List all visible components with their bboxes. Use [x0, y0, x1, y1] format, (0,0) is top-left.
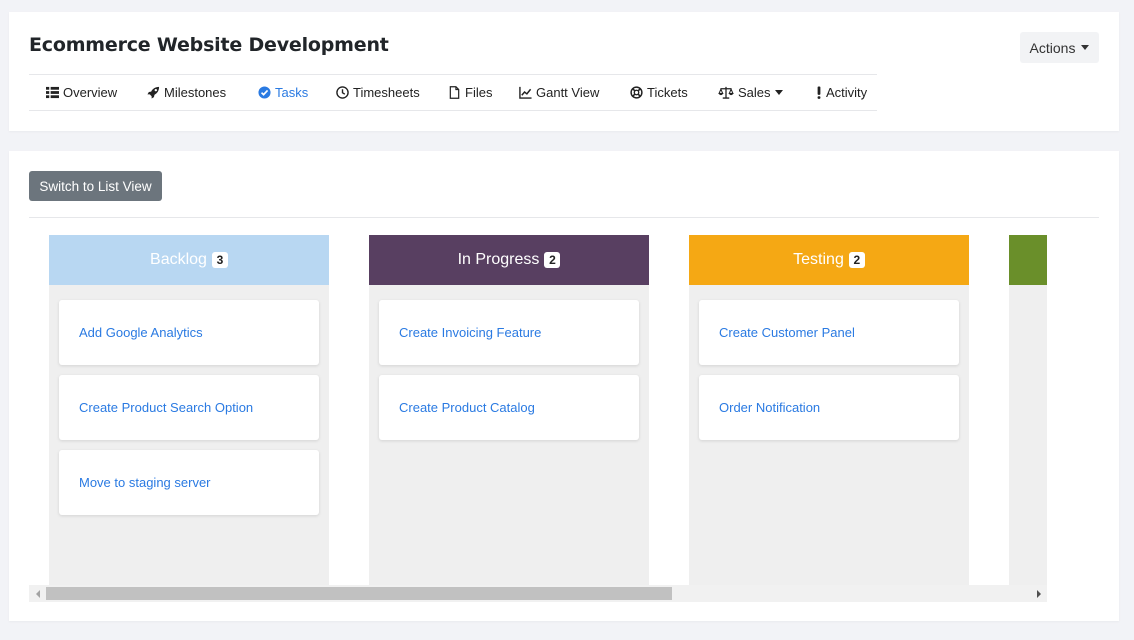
task-card[interactable]: Order Notification — [699, 375, 959, 440]
scrollbar-thumb[interactable] — [46, 587, 672, 600]
column-header — [1009, 235, 1047, 285]
column-header: In Progress 2 — [369, 235, 649, 285]
switch-to-list-view-button[interactable]: Switch to List View — [29, 171, 162, 201]
project-tabs: Overview Milestones Tasks Timesheets Fil… — [29, 74, 877, 111]
tab-label: Activity — [826, 85, 868, 100]
task-link[interactable]: Create Customer Panel — [719, 325, 855, 340]
chart-line-icon — [518, 86, 532, 100]
tab-files[interactable]: Files — [447, 75, 492, 110]
task-link[interactable]: Order Notification — [719, 400, 820, 415]
rocket-icon — [146, 86, 160, 100]
column-header: Backlog 3 — [49, 235, 329, 285]
tab-timesheets[interactable]: Timesheets — [335, 75, 420, 110]
column-partial — [1009, 235, 1047, 585]
triangle-left-icon — [35, 589, 40, 598]
caret-down-icon — [1081, 45, 1090, 50]
actions-label: Actions — [1029, 39, 1076, 56]
exclamation-icon — [816, 86, 822, 100]
scroll-right-arrow[interactable] — [1030, 585, 1047, 602]
list-icon — [45, 86, 59, 100]
tab-label: Overview — [63, 85, 118, 100]
task-count-badge: 3 — [211, 252, 228, 268]
task-card[interactable]: Create Customer Panel — [699, 300, 959, 365]
task-card[interactable]: Move to staging server — [59, 450, 319, 515]
divider — [29, 217, 1099, 218]
task-link[interactable]: Create Product Search Option — [79, 400, 253, 415]
kanban-board-card: Switch to List View Backlog 3 Add Google… — [9, 151, 1119, 621]
tab-activity[interactable]: Activity — [816, 75, 867, 110]
kanban-board[interactable]: Backlog 3 Add Google Analytics Create Pr… — [29, 235, 1047, 585]
column-title: Backlog — [150, 251, 207, 268]
task-card[interactable]: Create Product Search Option — [59, 375, 319, 440]
project-header-card: Ecommerce Website Development Actions Ov… — [9, 12, 1119, 131]
caret-down-icon — [774, 90, 783, 95]
task-count-badge: 2 — [848, 252, 865, 268]
task-link[interactable]: Create Invoicing Feature — [399, 325, 541, 340]
tab-label: Tickets — [647, 85, 688, 100]
task-count-badge: 2 — [544, 252, 561, 268]
column-backlog: Backlog 3 Add Google Analytics Create Pr… — [49, 235, 329, 585]
task-link[interactable]: Move to staging server — [79, 475, 211, 490]
tab-tasks[interactable]: Tasks — [257, 75, 308, 110]
balance-scale-icon — [717, 86, 734, 100]
actions-dropdown-button[interactable]: Actions — [1020, 32, 1099, 63]
column-header: Testing 2 — [689, 235, 969, 285]
tab-label: Milestones — [164, 85, 227, 100]
tab-label: Gantt View — [536, 85, 600, 100]
task-link[interactable]: Add Google Analytics — [79, 325, 203, 340]
tab-label: Timesheets — [353, 85, 420, 100]
task-link[interactable]: Create Product Catalog — [399, 400, 535, 415]
clock-icon — [335, 86, 349, 100]
tab-label: Files — [465, 85, 493, 100]
column-title: In Progress — [457, 251, 540, 268]
tab-gantt-view[interactable]: Gantt View — [518, 75, 599, 110]
tab-overview[interactable]: Overview — [45, 75, 117, 110]
tab-label: Sales — [738, 85, 771, 100]
column-title: Testing — [793, 251, 844, 268]
tab-milestones[interactable]: Milestones — [146, 75, 226, 110]
tab-label: Tasks — [275, 85, 309, 100]
project-title: Ecommerce Website Development — [29, 34, 389, 56]
file-icon — [447, 86, 461, 100]
tab-tickets[interactable]: Tickets — [629, 75, 688, 110]
horizontal-scrollbar[interactable] — [29, 585, 1047, 602]
task-card[interactable]: Add Google Analytics — [59, 300, 319, 365]
life-ring-icon — [629, 86, 643, 100]
tab-sales[interactable]: Sales — [717, 75, 783, 110]
column-testing: Testing 2 Create Customer Panel Order No… — [689, 235, 969, 585]
task-card[interactable]: Create Invoicing Feature — [379, 300, 639, 365]
scroll-left-arrow[interactable] — [29, 585, 46, 602]
check-circle-icon — [257, 86, 271, 100]
triangle-right-icon — [1036, 589, 1041, 598]
column-in-progress: In Progress 2 Create Invoicing Feature C… — [369, 235, 649, 585]
task-card[interactable]: Create Product Catalog — [379, 375, 639, 440]
